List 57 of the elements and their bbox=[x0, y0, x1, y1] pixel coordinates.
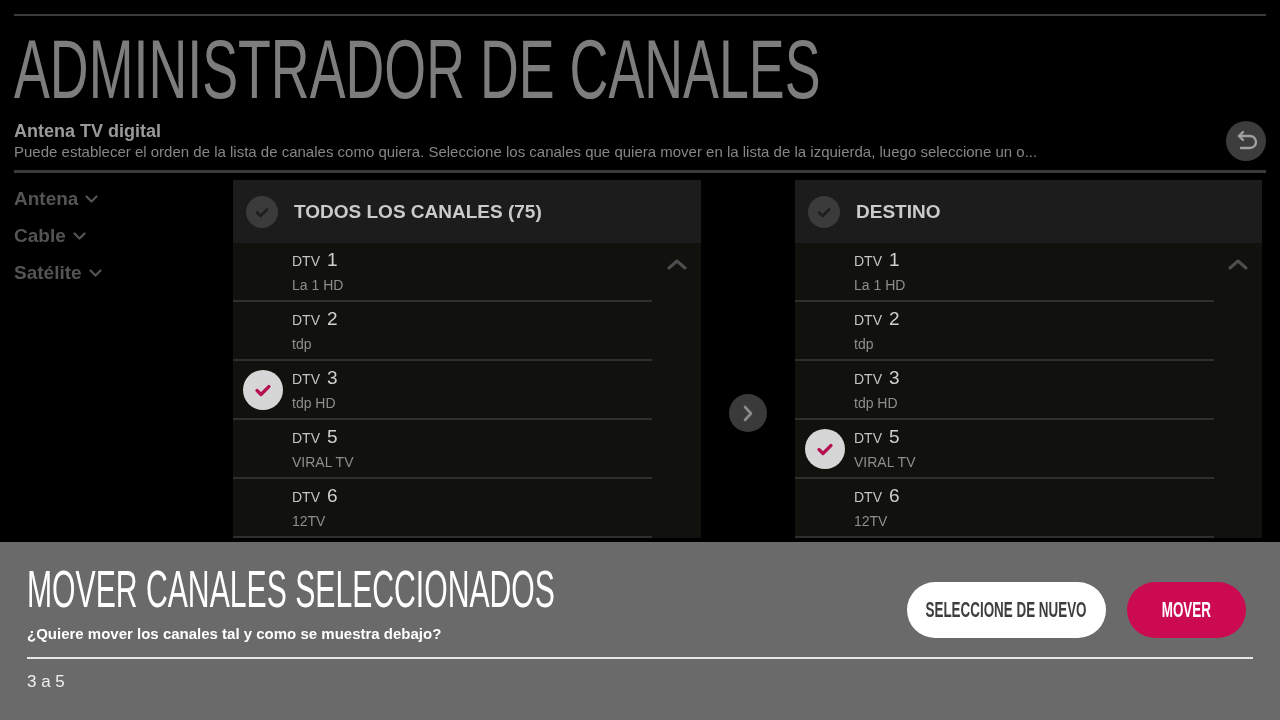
channel-row[interactable]: DTV 1 La 1 HD bbox=[795, 243, 1214, 302]
channel-name: tdp HD bbox=[292, 394, 336, 413]
description-text: Puede establecer el orden de la lista de canales como quiera. Seleccione los canales que quiera mover en la lista de la izquierda, luego seleccione un o... bbox=[14, 142, 1038, 162]
channel-row[interactable]: DTV 1 La 1 HD bbox=[233, 243, 652, 302]
panel-title: DESTINO bbox=[856, 200, 941, 223]
page-title: ADMINISTRADOR DE CANALES bbox=[14, 27, 821, 111]
channel-number: 6 bbox=[889, 485, 900, 507]
channel-name: tdp HD bbox=[854, 394, 898, 413]
dialog-question: ¿Quiere mover los canales tal y como se muestra debajo? bbox=[27, 624, 442, 644]
panel-title: TODOS LOS CANALES (75) bbox=[294, 200, 542, 223]
channel-type-label: DTV bbox=[854, 312, 882, 328]
channel-number: 2 bbox=[889, 308, 900, 330]
move-button[interactable]: MOVER bbox=[1127, 582, 1246, 638]
channel-checkbox[interactable] bbox=[242, 369, 283, 410]
channel-row[interactable]: DTV 2 tdp bbox=[795, 302, 1214, 361]
channel-number: 3 bbox=[327, 367, 338, 389]
channel-number: 5 bbox=[889, 426, 900, 448]
channel-type-label: DTV bbox=[292, 430, 320, 446]
channel-number: 6 bbox=[327, 485, 338, 507]
channel-name: VIRAL TV bbox=[854, 453, 916, 472]
move-summary: 3 a 5 bbox=[27, 671, 65, 693]
channel-row[interactable]: DTV 6 12TV bbox=[233, 479, 652, 538]
dialog-title: MOVER CANALES SELECCIONADOS bbox=[27, 563, 555, 615]
channel-number: 1 bbox=[889, 249, 900, 271]
channel-type-label: DTV bbox=[292, 312, 320, 328]
channel-name: tdp bbox=[292, 335, 312, 354]
channel-name: 12TV bbox=[854, 512, 888, 531]
channel-number: 1 bbox=[327, 249, 338, 271]
chevron-right-icon bbox=[743, 404, 753, 422]
channel-type-label: DTV bbox=[854, 489, 882, 505]
move-right-button[interactable] bbox=[729, 394, 767, 432]
channel-name: VIRAL TV bbox=[292, 453, 354, 472]
channel-type-label: DTV bbox=[854, 430, 882, 446]
channel-row[interactable]: DTV 3 tdp HD bbox=[795, 361, 1214, 420]
channel-name: La 1 HD bbox=[292, 276, 344, 295]
source-title: Antena TV digital bbox=[14, 120, 161, 142]
channel-row[interactable]: DTV 3 tdp HD bbox=[233, 361, 652, 420]
select-all-checkbox[interactable] bbox=[246, 195, 278, 228]
channel-number: 2 bbox=[327, 308, 338, 330]
channel-name: 12TV bbox=[292, 512, 326, 531]
channel-type-label: DTV bbox=[854, 253, 882, 269]
channel-number: 5 bbox=[327, 426, 338, 448]
channel-row[interactable]: DTV 5 VIRAL TV bbox=[795, 420, 1214, 479]
channel-type-label: DTV bbox=[292, 371, 320, 387]
channel-type-label: DTV bbox=[854, 371, 882, 387]
channel-row[interactable]: DTV 5 VIRAL TV bbox=[233, 420, 652, 479]
channel-name: La 1 HD bbox=[854, 276, 906, 295]
back-icon[interactable] bbox=[1226, 121, 1266, 161]
channel-type-label: DTV bbox=[292, 253, 320, 269]
channel-number: 3 bbox=[889, 367, 900, 389]
channel-name: tdp bbox=[854, 335, 874, 354]
channel-row[interactable]: DTV 6 12TV bbox=[795, 479, 1214, 538]
reselect-button[interactable]: SELECCIONE DE NUEVO bbox=[907, 582, 1106, 638]
channel-checkbox[interactable] bbox=[804, 428, 845, 469]
channel-type-label: DTV bbox=[292, 489, 320, 505]
channel-row[interactable]: DTV 2 tdp bbox=[233, 302, 652, 361]
select-all-checkbox[interactable] bbox=[808, 195, 840, 228]
